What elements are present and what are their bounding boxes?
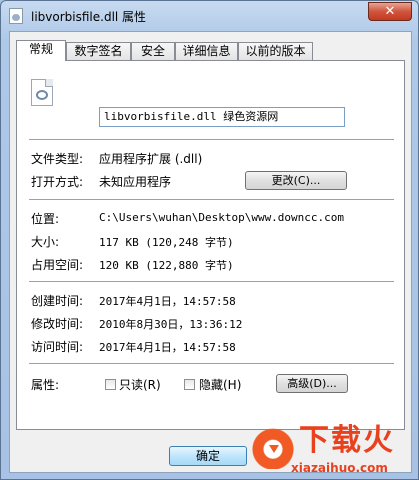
change-button[interactable]: 更改(C)... [245, 171, 347, 190]
location-value: C:\Users\wuhan\Desktop\www.downcc.com [99, 211, 345, 224]
size-label: 大小: [31, 235, 60, 249]
close-button[interactable]: ✕ [368, 2, 412, 21]
tab-digital-signatures[interactable]: 数字签名 [66, 42, 131, 60]
open-with-label: 打开方式: [31, 175, 84, 189]
window-title: libvorbisfile.dll 属性 [31, 10, 147, 24]
file-type-value: 应用程序扩展 (.dll) [99, 152, 203, 166]
tab-previous-versions[interactable]: 以前的版本 [238, 42, 313, 60]
tab-security[interactable]: 安全 [131, 42, 175, 60]
tab-general[interactable]: 常规 [16, 40, 66, 61]
file-type-label: 文件类型: [31, 152, 84, 166]
properties-window: libvorbisfile.dll 属性 ✕ 常规 数字签名 安全 详细信息 以… [0, 0, 419, 480]
separator [29, 139, 394, 141]
created-value: 2017年4月1日，14:57:58 [99, 295, 236, 308]
created-label: 创建时间: [31, 294, 84, 308]
modified-value: 2010年8月30日，13:36:12 [99, 318, 243, 331]
hidden-label[interactable]: 隐藏(H) [199, 376, 241, 393]
watermark-brand: 下载火 [299, 423, 395, 458]
size-value: 117 KB (120,248 字节) [99, 236, 234, 249]
ok-button[interactable]: 确定 [169, 446, 247, 466]
size-on-disk-value: 120 KB (122,880 字节) [99, 259, 234, 272]
tab-details[interactable]: 详细信息 [175, 42, 238, 60]
readonly-checkbox[interactable] [105, 379, 116, 390]
dll-file-icon [9, 8, 23, 24]
separator [29, 363, 394, 365]
flame-logo-icon [251, 425, 295, 469]
dialog-client: 常规 数字签名 安全 详细信息 以前的版本 libvorbisfile.dll … [9, 31, 412, 473]
size-on-disk-label: 占用空间: [31, 258, 84, 272]
title-bar[interactable]: libvorbisfile.dll 属性 ✕ [1, 1, 418, 31]
watermark-url: xiazaihuo.com [291, 461, 388, 475]
modified-label: 修改时间: [31, 317, 84, 331]
file-type-icon [31, 79, 53, 106]
readonly-label[interactable]: 只读(R) [119, 376, 161, 393]
location-label: 位置: [31, 212, 60, 226]
watermark: 下载火 xiazaihuo.com [251, 421, 418, 479]
accessed-label: 访问时间: [31, 340, 84, 354]
separator [29, 199, 394, 201]
general-panel: libvorbisfile.dll 绿色资源网 文件类型: 应用程序扩展 (.d… [16, 60, 405, 430]
filename-input[interactable]: libvorbisfile.dll 绿色资源网 [99, 107, 345, 127]
hidden-checkbox[interactable] [184, 379, 195, 390]
separator [29, 281, 394, 283]
open-with-value: 未知应用程序 [99, 175, 172, 189]
attributes-label: 属性: [31, 378, 60, 392]
accessed-value: 2017年4月1日，14:57:58 [99, 341, 236, 354]
advanced-button[interactable]: 高级(D)... [276, 374, 348, 393]
